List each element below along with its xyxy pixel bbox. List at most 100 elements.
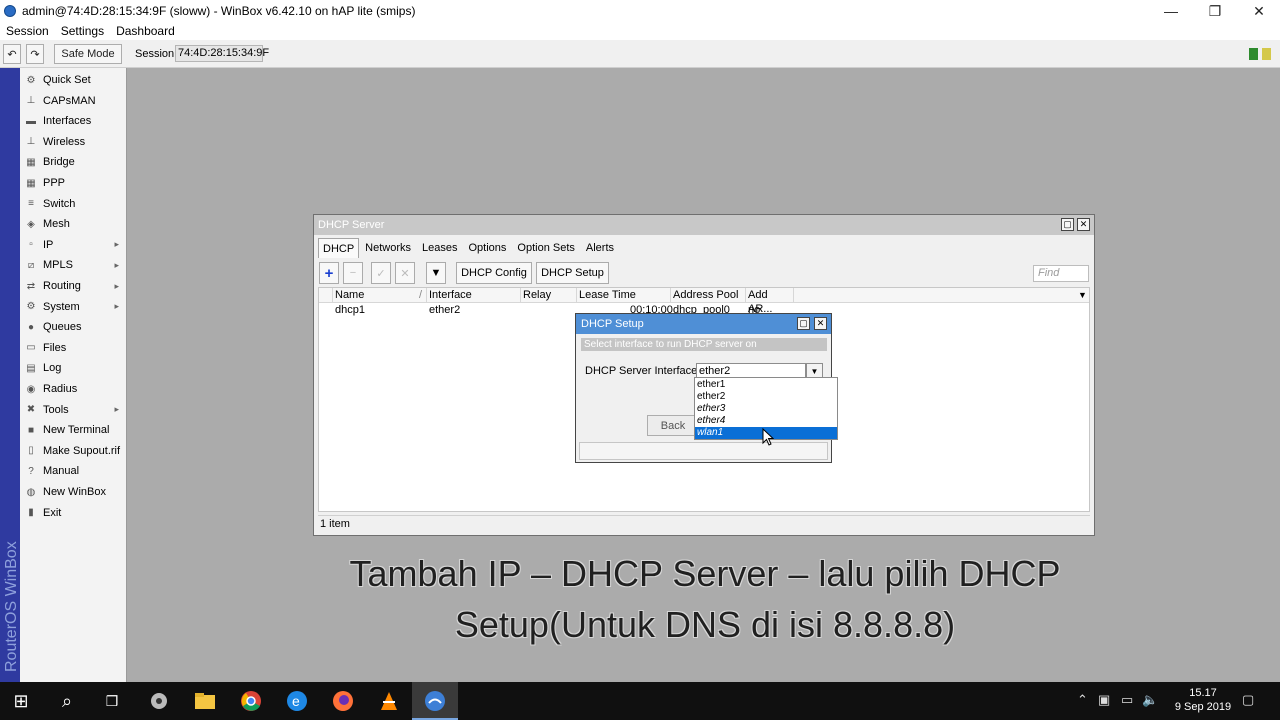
task-view-icon[interactable]: ❒ (99, 688, 125, 714)
sidebar-item-tools[interactable]: ✖ Tools ▸ (22, 400, 125, 420)
sidebar-item-new-terminal[interactable]: ■ New Terminal (22, 420, 125, 440)
find-input[interactable]: Find (1033, 265, 1089, 282)
sidebar-item-interfaces[interactable]: ▬ Interfaces (22, 111, 125, 131)
menu-session[interactable]: Session (6, 24, 49, 38)
taskbar: ⊞ ⌕ ❒ e ⌃ ▣ ▭ 🔈 ▢ (0, 682, 1280, 720)
close-icon[interactable]: ✕ (1077, 218, 1090, 231)
sidebar-item-capsman[interactable]: ⊥ CAPsMAN (22, 91, 125, 111)
undo-button[interactable]: ↶ (3, 44, 21, 64)
winbox-icon[interactable] (422, 688, 448, 714)
sidebar-item-log[interactable]: ▤ Log (22, 358, 125, 378)
column-add-arp[interactable]: Add AR... (746, 288, 794, 315)
sidebar-item-ppp[interactable]: ▦ PPP (22, 173, 125, 193)
menu-settings[interactable]: Settings (61, 24, 104, 38)
start-icon[interactable]: ⊞ (8, 688, 34, 714)
tab-dhcp[interactable]: DHCP (318, 238, 360, 258)
sidebar-item-files[interactable]: ▭ Files (22, 338, 125, 358)
notification-icon[interactable]: ▢ (1242, 692, 1254, 708)
sidebar-item-new-winbox[interactable]: ◍ New WinBox (22, 482, 125, 502)
tab-leases[interactable]: Leases (417, 238, 462, 258)
dhcp-setup-title: DHCP Setup (576, 314, 831, 334)
tab-networks[interactable]: Networks (360, 238, 416, 258)
dropdown-option-ether1[interactable]: ether1 (695, 379, 837, 391)
safe-mode-button[interactable]: Safe Mode (54, 44, 122, 64)
redo-button[interactable]: ↷ (26, 44, 44, 64)
tray-chevron-icon[interactable]: ⌃ (1077, 692, 1088, 708)
vlc-icon[interactable] (376, 688, 402, 714)
sidebar-item-label: New Terminal (43, 424, 110, 437)
dropdown-option-ether2[interactable]: ether2 (695, 391, 837, 403)
maximize-icon[interactable]: ▢ (1061, 218, 1074, 231)
cell-interface[interactable]: ether2 (427, 304, 460, 317)
dhcp-setup-button[interactable]: DHCP Setup (536, 262, 609, 284)
sidebar-item-quick-set[interactable]: ⚙ Quick Set (22, 70, 125, 90)
clock-date: 9 Sep 2019 (1174, 701, 1232, 713)
close-icon[interactable]: ✕ (814, 317, 827, 330)
caption-line-2: Setup(Untuk DNS di isi 8.8.8.8) (454, 604, 956, 645)
clock-time: 15.17 (1189, 687, 1217, 699)
dropdown-option-ether4[interactable]: ether4 (695, 415, 837, 427)
svg-text:e: e (292, 693, 300, 709)
sidebar-item-label: New WinBox (43, 486, 106, 498)
restore-button[interactable]: ❐ (1192, 0, 1238, 22)
dropdown-option-ether3[interactable]: ether3 (695, 403, 837, 415)
sidebar-item-routing[interactable]: ⇄ Routing ▸ (22, 276, 125, 296)
mpls-icon: ⧄ (27, 259, 35, 271)
firefox-icon[interactable] (330, 688, 356, 714)
sidebar-item-make-supout-rif[interactable]: ▯ Make Supout.rif (22, 441, 125, 461)
sidebar-item-label: Mesh (43, 218, 70, 231)
column-address-pool[interactable]: Address Pool (671, 288, 746, 303)
back-button[interactable]: Back (647, 415, 699, 436)
column-menu-icon[interactable]: ▼ (1076, 288, 1089, 303)
cell-name[interactable]: dhcp1 (333, 304, 365, 317)
sidebar-item-switch[interactable]: ≡ Switch (22, 194, 125, 214)
winbox-app-icon (4, 5, 16, 17)
tab-options[interactable]: Options (464, 238, 512, 258)
column-interface[interactable]: Interface (427, 288, 521, 303)
ppp-icon: ▦ (26, 177, 36, 189)
sidebar-item-queues[interactable]: ● Queues (22, 317, 125, 337)
sidebar-item-label: MPLS (43, 259, 73, 272)
sidebar-item-radius[interactable]: ◉ Radius (22, 379, 125, 399)
sidebar-item-manual[interactable]: ? Manual (22, 461, 125, 481)
dhcp-config-button[interactable]: DHCP Config (456, 262, 532, 284)
add-icon[interactable]: + (319, 262, 339, 284)
chrome-icon[interactable] (238, 688, 264, 714)
menu-dashboard[interactable]: Dashboard (116, 24, 175, 38)
sidebar-item-wireless[interactable]: ⊥ Wireless (22, 132, 125, 152)
settings-icon[interactable] (146, 688, 172, 714)
sidebar-item-exit[interactable]: ▮ Exit (22, 503, 125, 523)
tab-option-sets[interactable]: Option Sets (512, 238, 579, 258)
disable-icon[interactable]: ✕ (395, 262, 415, 284)
sidebar-item-bridge[interactable]: ▦ Bridge (22, 152, 125, 172)
enable-icon[interactable]: ✓ (371, 262, 391, 284)
edge-icon[interactable]: e (284, 688, 310, 714)
column-name[interactable]: Name / (333, 288, 427, 303)
filter-icon[interactable]: ▼ (426, 262, 446, 284)
maximize-icon[interactable]: ▢ (797, 317, 810, 330)
column-lease-time[interactable]: Lease Time (577, 288, 671, 303)
routing-icon: ⇄ (26, 280, 36, 292)
remove-icon[interactable]: − (343, 262, 363, 284)
sidebar-item-label: Switch (43, 197, 76, 210)
sidebar-item-label: IP (43, 238, 54, 251)
exit-icon: ▮ (28, 507, 34, 519)
sidebar-item-system[interactable]: ⚙ System ▸ (22, 297, 125, 317)
sidebar-item-mpls[interactable]: ⧄ MPLS ▸ (22, 255, 125, 275)
column-relay[interactable]: Relay (521, 288, 577, 303)
search-icon[interactable]: ⌕ (54, 688, 80, 714)
minimize-button[interactable]: — (1148, 0, 1194, 22)
session-field[interactable]: 74:4D:28:15:34:9F (175, 45, 269, 62)
battery-icon[interactable]: ▭ (1121, 692, 1133, 708)
folder-icon[interactable] (192, 688, 218, 714)
sidebar-item-mesh[interactable]: ◈ Mesh (22, 214, 125, 234)
network-icon[interactable]: ▣ (1098, 692, 1110, 708)
volume-icon[interactable]: 🔈 (1142, 692, 1158, 708)
sidebar-item-label: Make Supout.rif (43, 444, 121, 457)
sidebar-item-ip[interactable]: ▫ IP ▸ (22, 235, 125, 255)
taskbar-clock[interactable]: 15.17 9 Sep 2019 (1172, 686, 1234, 714)
close-button[interactable]: ✕ (1236, 0, 1280, 22)
tools-icon: ✖ (26, 404, 36, 416)
sidebar-item-label: Exit (43, 506, 62, 519)
tab-alerts[interactable]: Alerts (581, 238, 619, 258)
